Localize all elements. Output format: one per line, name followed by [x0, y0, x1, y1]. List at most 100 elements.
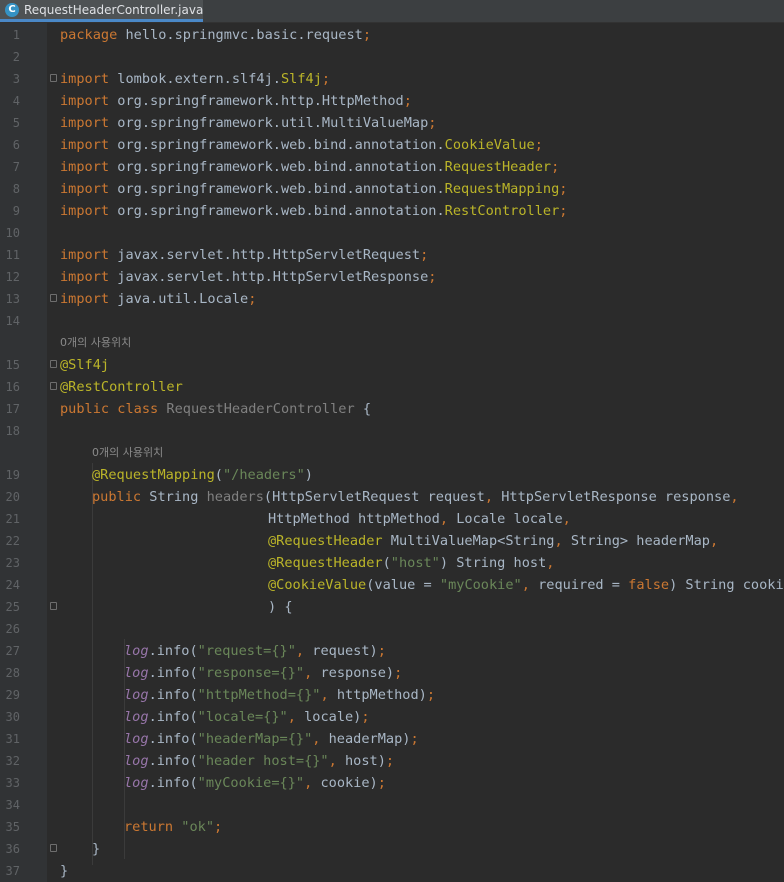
code-token: (value =	[366, 577, 440, 593]
line-number[interactable]: 1	[0, 24, 20, 46]
code-line[interactable]: 33 log.info("myCookie={}", cookie);	[0, 772, 784, 794]
code-line[interactable]: 27 log.info("request={}", request);	[0, 640, 784, 662]
line-number[interactable]: 12	[0, 266, 20, 288]
line-number[interactable]: 9	[0, 200, 20, 222]
line-number[interactable]: 20	[0, 486, 20, 508]
fold-marker-icon[interactable]	[50, 844, 57, 852]
usage-count-hint[interactable]: 0개의 사용위치	[92, 442, 163, 464]
line-number[interactable]: 28	[0, 662, 20, 684]
line-number[interactable]: 34	[0, 794, 20, 816]
code-line[interactable]: 11 import javax.servlet.http.HttpServletR…	[0, 244, 784, 266]
line-number[interactable]: 14	[0, 310, 20, 332]
fold-marker-icon[interactable]	[50, 382, 57, 390]
code-text: import java.util.Locale;	[60, 288, 256, 310]
code-editor[interactable]: 1 package hello.springmvc.basic.request; 2…	[0, 23, 784, 882]
code-token: public class	[60, 401, 167, 417]
fold-marker-icon[interactable]	[50, 74, 57, 82]
code-token: org.springframework.util.MultiValueMap	[109, 115, 429, 131]
line-number[interactable]: 2	[0, 46, 20, 68]
code-line[interactable]: 34	[0, 794, 784, 816]
code-line[interactable]: 25) {	[0, 596, 784, 618]
line-number[interactable]: 35	[0, 816, 20, 838]
line-number[interactable]: 30	[0, 706, 20, 728]
line-number[interactable]: 31	[0, 728, 20, 750]
code-line[interactable]: 9 import org.springframework.web.bind.ann…	[0, 200, 784, 222]
line-number[interactable]: 5	[0, 112, 20, 134]
line-number[interactable]: 8	[0, 178, 20, 200]
line-number[interactable]: 3	[0, 68, 20, 90]
line-number[interactable]: 18	[0, 420, 20, 442]
code-line[interactable]: 17 public class RequestHeaderController {	[0, 398, 784, 420]
code-token: ;	[428, 115, 437, 131]
code-line[interactable]: 31 log.info("headerMap={}", headerMap);	[0, 728, 784, 750]
code-line[interactable]: 10	[0, 222, 784, 244]
fold-marker-icon[interactable]	[50, 602, 57, 610]
line-number[interactable]: 27	[0, 640, 20, 662]
line-number[interactable]: 24	[0, 574, 20, 596]
code-text: @RequestMapping("/headers")	[92, 464, 313, 486]
code-line[interactable]: 36}	[0, 838, 784, 860]
code-token: import	[60, 269, 110, 285]
code-token: (	[382, 555, 391, 571]
line-number[interactable]: 17	[0, 398, 20, 420]
code-line[interactable]: 26	[0, 618, 784, 640]
line-number[interactable]: 15	[0, 354, 20, 376]
line-number[interactable]: 21	[0, 508, 20, 530]
code-line[interactable]: 8 import org.springframework.web.bind.ann…	[0, 178, 784, 200]
code-line[interactable]: 7 import org.springframework.web.bind.ann…	[0, 156, 784, 178]
line-number[interactable]: 19	[0, 464, 20, 486]
code-line[interactable]: 22 @RequestHeader MultiValueMap<String, S…	[0, 530, 784, 552]
line-number[interactable]: 6	[0, 134, 20, 156]
line-number[interactable]: 36	[0, 838, 20, 860]
code-line[interactable]: 4 import org.springframework.http.HttpMet…	[0, 90, 784, 112]
code-line[interactable]: 13 import java.util.Locale;	[0, 288, 784, 310]
code-token: ;	[410, 731, 419, 747]
code-line[interactable]: 1 package hello.springmvc.basic.request;	[0, 24, 784, 46]
line-number[interactable]: 11	[0, 244, 20, 266]
line-number[interactable]: 32	[0, 750, 20, 772]
code-line[interactable]: 18	[0, 420, 784, 442]
usage-hint-row[interactable]: 0개의 사용위치	[0, 442, 784, 464]
code-line[interactable]: 3 import lombok.extern.slf4j.Slf4j;	[0, 68, 784, 90]
line-number[interactable]: 33	[0, 772, 20, 794]
code-line[interactable]: 15 @Slf4j	[0, 354, 784, 376]
code-line[interactable]: 6 import org.springframework.web.bind.ann…	[0, 134, 784, 156]
code-line[interactable]: 32 log.info("header host={}", host);	[0, 750, 784, 772]
usage-hint-row[interactable]: 0개의 사용위치	[0, 332, 784, 354]
code-line[interactable]: 35 return "ok";	[0, 816, 784, 838]
code-line[interactable]: 24 @CookieValue(value = "myCookie", requi…	[0, 574, 784, 596]
line-number[interactable]: 26	[0, 618, 20, 640]
code-line[interactable]: 29 log.info("httpMethod={}", httpMethod);	[0, 684, 784, 706]
line-number[interactable]: 7	[0, 156, 20, 178]
code-line[interactable]: 16 @RestController	[0, 376, 784, 398]
code-text: import javax.servlet.http.HttpServletReq…	[60, 244, 428, 266]
code-text: @RestController	[60, 376, 183, 398]
line-number[interactable]: 37	[0, 860, 20, 882]
code-token: ,	[562, 511, 571, 527]
usage-count-hint[interactable]: 0개의 사용위치	[60, 332, 131, 354]
line-number[interactable]: 29	[0, 684, 20, 706]
code-line[interactable]: 5 import org.springframework.util.MultiVa…	[0, 112, 784, 134]
line-number[interactable]: 23	[0, 552, 20, 574]
line-number[interactable]: 16	[0, 376, 20, 398]
fold-marker-icon[interactable]	[50, 360, 57, 368]
line-number[interactable]: 22	[0, 530, 20, 552]
line-number[interactable]: 4	[0, 90, 20, 112]
fold-marker-icon[interactable]	[50, 294, 57, 302]
code-line[interactable]: 20 public String headers(HttpServletReque…	[0, 486, 784, 508]
code-line[interactable]: 12 import javax.servlet.http.HttpServletR…	[0, 266, 784, 288]
code-line[interactable]: 30 log.info("locale={}", locale);	[0, 706, 784, 728]
code-line[interactable]: 14	[0, 310, 784, 332]
line-number[interactable]: 25	[0, 596, 20, 618]
code-line[interactable]: 37}	[0, 860, 784, 882]
code-text: @CookieValue(value = "myCookie", require…	[268, 574, 784, 596]
code-line[interactable]: 21 HttpMethod httpMethod, Locale locale,	[0, 508, 784, 530]
code-token: locale)	[304, 709, 362, 725]
code-line[interactable]: 19 @RequestMapping("/headers")	[0, 464, 784, 486]
line-number[interactable]: 10	[0, 222, 20, 244]
file-tab[interactable]: C RequestHeaderController.java	[0, 0, 203, 22]
code-line[interactable]: 28 log.info("response={}", response);	[0, 662, 784, 684]
code-line[interactable]: 2	[0, 46, 784, 68]
line-number[interactable]: 13	[0, 288, 20, 310]
code-line[interactable]: 23 @RequestHeader("host") String host,	[0, 552, 784, 574]
